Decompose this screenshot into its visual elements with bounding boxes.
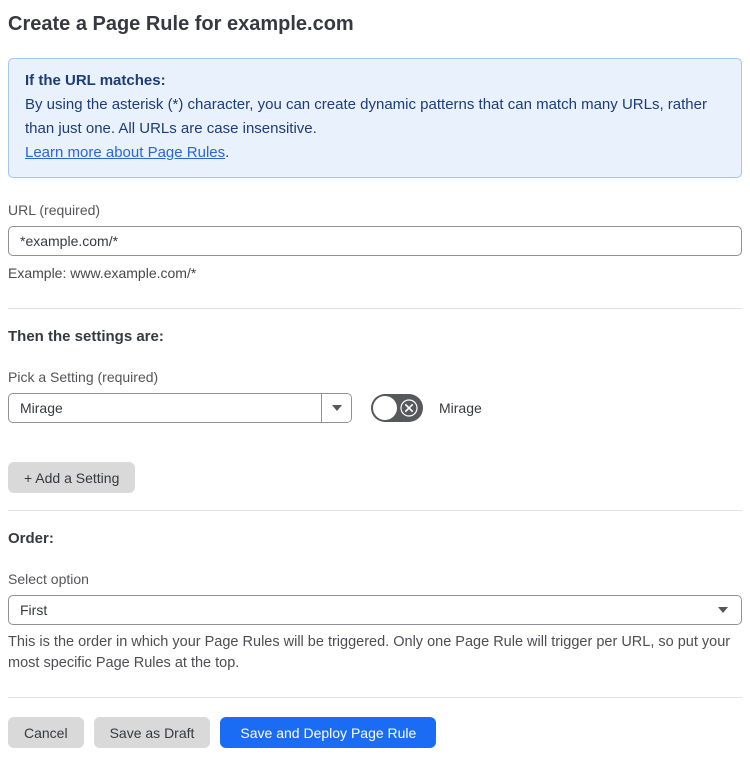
x-icon xyxy=(400,399,418,417)
chevron-down-icon xyxy=(718,607,728,613)
pick-setting-label: Pick a Setting (required) xyxy=(8,369,159,385)
toggle-label: Mirage xyxy=(439,400,482,416)
info-box-heading: If the URL matches: xyxy=(25,72,166,89)
order-select-label: Select option xyxy=(8,571,89,587)
learn-more-link[interactable]: Learn more about Page Rules xyxy=(25,144,225,161)
link-suffix: . xyxy=(225,144,230,161)
save-as-draft-button[interactable]: Save as Draft xyxy=(93,717,211,748)
setting-select-arrow-button[interactable] xyxy=(321,394,351,422)
add-setting-button[interactable]: + Add a Setting xyxy=(8,462,136,493)
setting-select-value: Mirage xyxy=(20,400,63,416)
url-input[interactable] xyxy=(8,226,742,256)
toggle-knob xyxy=(373,396,397,420)
url-field-label: URL (required) xyxy=(8,202,101,218)
url-example-helper: Example: www.example.com/* xyxy=(8,265,197,281)
url-match-info-box: If the URL matches: By using the asteris… xyxy=(8,58,742,178)
page-title: Create a Page Rule for example.com xyxy=(8,13,354,35)
setting-row: Mirage Mirage xyxy=(8,393,742,423)
order-helper-text: This is the order in which your Page Rul… xyxy=(8,634,731,671)
cancel-button[interactable]: Cancel xyxy=(8,717,84,748)
order-select-value: First xyxy=(20,602,48,618)
order-section-heading: Order: xyxy=(8,530,54,547)
save-and-deploy-button[interactable]: Save and Deploy Page Rule xyxy=(220,717,437,748)
setting-select[interactable]: Mirage xyxy=(8,393,352,423)
info-box-body: By using the asterisk (*) character, you… xyxy=(25,96,707,137)
settings-section-heading: Then the settings are: xyxy=(8,328,164,345)
divider xyxy=(8,697,742,698)
divider xyxy=(8,308,742,309)
chevron-down-icon xyxy=(331,405,342,411)
footer-actions: Cancel Save as Draft Save and Deploy Pag… xyxy=(8,717,742,748)
divider xyxy=(8,510,742,511)
mirage-toggle[interactable] xyxy=(371,394,423,422)
create-page-rule-form: Create a Page Rule for example.com If th… xyxy=(0,0,750,762)
order-select-arrow xyxy=(718,607,741,613)
info-box-link-line: Learn more about Page Rules. xyxy=(25,141,725,165)
order-select[interactable]: First xyxy=(8,595,742,625)
